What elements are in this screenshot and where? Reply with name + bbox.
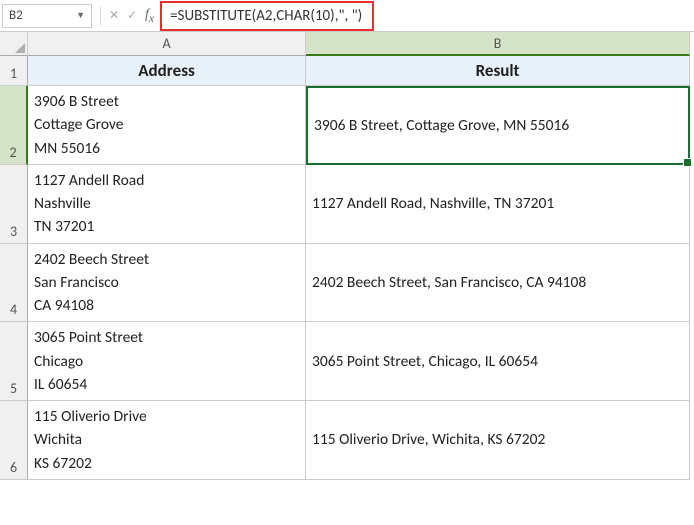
cell-a4[interactable]: 2402 Beech Street San Francisco CA 94108	[28, 244, 306, 323]
cell-b1[interactable]: Result	[306, 56, 690, 86]
confirm-icon[interactable]: ✓	[123, 8, 141, 23]
row-head-6[interactable]: 6	[0, 401, 28, 480]
select-all-corner[interactable]	[0, 32, 28, 56]
cell-b4[interactable]: 2402 Beech Street, San Francisco, CA 941…	[306, 244, 690, 323]
row-head-5[interactable]: 5	[0, 322, 28, 401]
cell-b5[interactable]: 3065 Point Street, Chicago, IL 60654	[306, 322, 690, 401]
row-head-2[interactable]: 2	[0, 86, 28, 165]
cell-a3[interactable]: 1127 Andell Road Nashville TN 37201	[28, 165, 306, 244]
row-head-3[interactable]: 3	[0, 165, 28, 244]
cell-a5[interactable]: 3065 Point Street Chicago IL 60654	[28, 322, 306, 401]
separator	[100, 6, 101, 26]
name-box[interactable]: B2 ▼	[2, 4, 92, 28]
formula-bar: B2 ▼ ✕ ✓ fx =SUBSTITUTE(A2,CHAR(10),", "…	[0, 0, 694, 32]
spreadsheet-grid: A B 1 Address Result 2 3906 B Street Cot…	[0, 32, 694, 480]
name-box-value: B2	[9, 8, 76, 23]
cell-a6[interactable]: 115 Oliverio Drive Wichita KS 67202	[28, 401, 306, 480]
fx-icon[interactable]: fx	[145, 7, 154, 25]
formula-input[interactable]: =SUBSTITUTE(A2,CHAR(10),", ")	[160, 1, 374, 31]
cancel-icon[interactable]: ✕	[105, 8, 123, 23]
cell-b3[interactable]: 1127 Andell Road, Nashville, TN 37201	[306, 165, 690, 244]
col-head-a[interactable]: A	[28, 32, 306, 56]
formula-text: =SUBSTITUTE(A2,CHAR(10),", ")	[170, 7, 362, 25]
dropdown-icon[interactable]: ▼	[76, 10, 85, 21]
cell-b6[interactable]: 115 Oliverio Drive, Wichita, KS 67202	[306, 401, 690, 480]
row-head-1[interactable]: 1	[0, 56, 28, 86]
col-head-b[interactable]: B	[306, 32, 690, 56]
row-head-4[interactable]: 4	[0, 244, 28, 323]
cell-a2[interactable]: 3906 B Street Cottage Grove MN 55016	[28, 86, 306, 165]
cell-a1[interactable]: Address	[28, 56, 306, 86]
cell-b2[interactable]: 3906 B Street, Cottage Grove, MN 55016	[306, 86, 690, 165]
